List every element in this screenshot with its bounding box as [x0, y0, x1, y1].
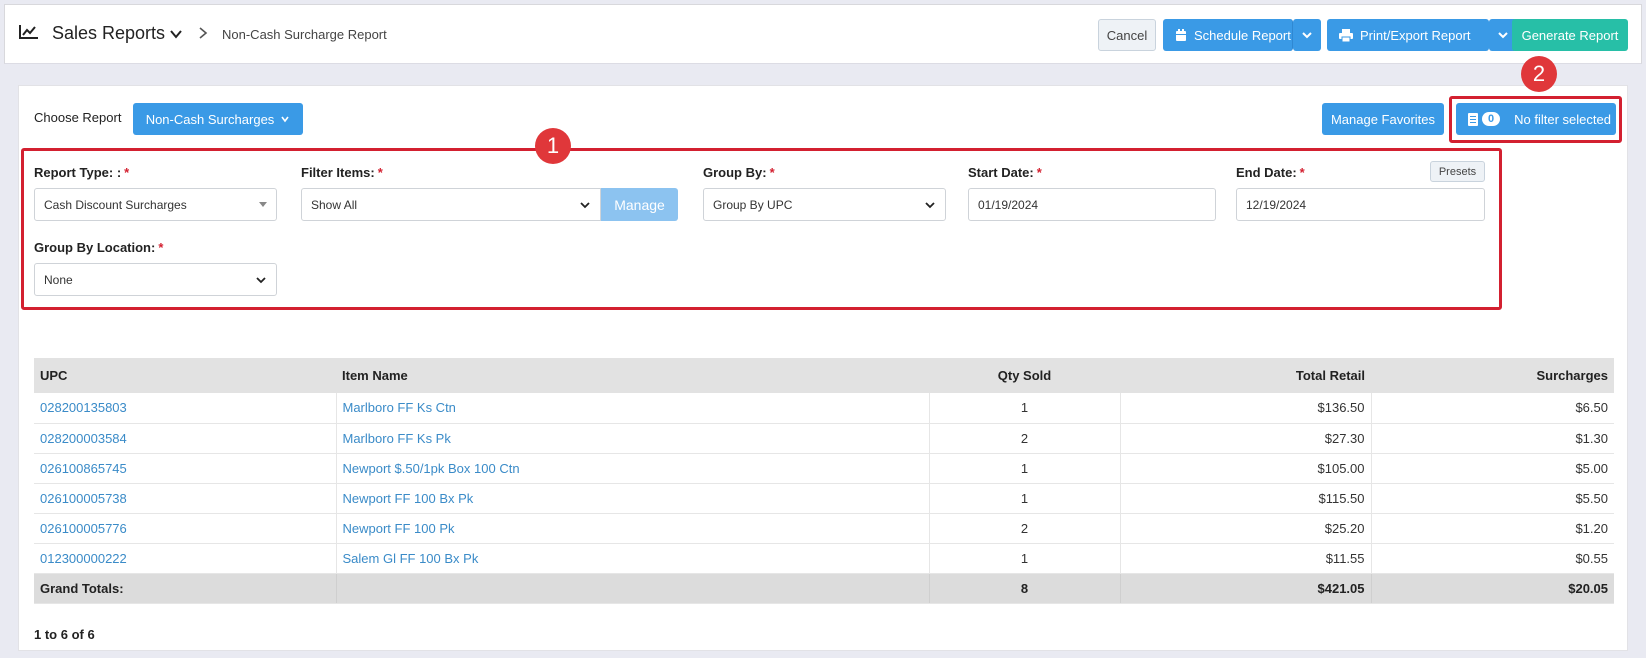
surcharges-cell: $0.55 — [1370, 543, 1614, 574]
item-name-link[interactable]: Marlboro FF Ks Pk — [335, 423, 929, 454]
total-retail-cell: $136.50 — [1119, 393, 1371, 424]
choose-report-dropdown[interactable]: Non-Cash Surcharges — [133, 103, 303, 135]
qty-sold-cell: 2 — [928, 423, 1120, 454]
page-title[interactable]: Sales Reports — [52, 23, 165, 44]
callout-badge-2: 2 — [1521, 56, 1557, 92]
pagination-info: 1 to 6 of 6 — [34, 627, 95, 642]
column-header-surcharges[interactable]: Surcharges — [1371, 358, 1614, 393]
chevron-down-icon[interactable] — [169, 27, 183, 41]
qty-sold-cell: 1 — [928, 543, 1120, 574]
surcharges-cell: $1.20 — [1370, 513, 1614, 544]
choose-report-value: Non-Cash Surcharges — [145, 111, 275, 127]
print-export-button[interactable]: Print/Export Report — [1327, 19, 1489, 51]
qty-sold-cell: 1 — [928, 453, 1120, 484]
chevron-down-icon — [1302, 32, 1312, 39]
table-row: 026100865745 Newport $.50/1pk Box 100 Ct… — [34, 453, 1614, 484]
line-chart-icon — [19, 25, 38, 39]
filter-button-highlight-box — [1449, 96, 1622, 143]
callout-badge-1: 1 — [535, 128, 571, 164]
generate-report-button[interactable]: Generate Report — [1512, 19, 1628, 51]
upc-link[interactable]: 026100005776 — [34, 513, 336, 544]
column-header-total-retail[interactable]: Total Retail — [1120, 358, 1371, 393]
manage-favorites-button[interactable]: Manage Favorites — [1322, 103, 1444, 135]
table-row: 028200003584 Marlboro FF Ks Pk 2 $27.30 … — [34, 423, 1614, 454]
chevron-down-icon — [1498, 32, 1508, 39]
total-retail-cell: $115.50 — [1119, 483, 1371, 514]
item-name-link[interactable]: Newport FF 100 Pk — [335, 513, 929, 544]
grand-totals-qty: 8 — [928, 573, 1120, 604]
upc-link[interactable]: 026100005738 — [34, 483, 336, 514]
grand-totals-row: Grand Totals: 8 $421.05 $20.05 — [34, 573, 1614, 604]
upc-link[interactable]: 026100865745 — [34, 453, 336, 484]
item-name-link[interactable]: Salem Gl FF 100 Bx Pk — [335, 543, 929, 574]
cancel-button[interactable]: Cancel — [1098, 19, 1156, 51]
calendar-icon — [1176, 28, 1186, 41]
qty-sold-cell: 1 — [928, 483, 1120, 514]
grand-totals-label: Grand Totals: — [34, 573, 336, 604]
table-row: 012300000222 Salem Gl FF 100 Bx Pk 1 $11… — [34, 543, 1614, 574]
grand-totals-surcharges: $20.05 — [1370, 573, 1614, 604]
surcharges-cell: $6.50 — [1370, 393, 1614, 424]
qty-sold-cell: 2 — [928, 513, 1120, 544]
breadcrumb: Non-Cash Surcharge Report — [222, 27, 387, 42]
item-name-link[interactable]: Marlboro FF Ks Ctn — [335, 393, 929, 424]
total-retail-cell: $25.20 — [1119, 513, 1371, 544]
chevron-down-icon — [281, 116, 289, 123]
print-export-label: Print/Export Report — [1360, 27, 1471, 43]
choose-report-label: Choose Report — [34, 110, 122, 125]
item-name-link[interactable]: Newport FF 100 Bx Pk — [335, 483, 929, 514]
surcharges-cell: $5.00 — [1370, 453, 1614, 484]
upc-link[interactable]: 028200003584 — [34, 423, 336, 454]
total-retail-cell: $11.55 — [1119, 543, 1371, 574]
item-name-link[interactable]: Newport $.50/1pk Box 100 Ctn — [335, 453, 929, 484]
column-header-upc[interactable]: UPC — [34, 358, 336, 393]
column-header-qty-sold[interactable]: Qty Sold — [929, 358, 1120, 393]
table-row: 028200135803 Marlboro FF Ks Ctn 1 $136.5… — [34, 393, 1614, 424]
schedule-report-button[interactable]: Schedule Report — [1163, 19, 1293, 51]
table-row: 026100005776 Newport FF 100 Pk 2 $25.20 … — [34, 513, 1614, 544]
surcharges-cell: $1.30 — [1370, 423, 1614, 454]
schedule-report-label: Schedule Report — [1194, 27, 1291, 43]
total-retail-cell: $27.30 — [1119, 423, 1371, 454]
printer-icon — [1339, 28, 1353, 42]
chevron-right-icon — [199, 27, 208, 39]
qty-sold-cell: 1 — [928, 393, 1120, 424]
table-header-row: UPC Item Name Qty Sold Total Retail Surc… — [34, 358, 1614, 393]
schedule-report-dropdown[interactable] — [1293, 19, 1321, 51]
upc-link[interactable]: 028200135803 — [34, 393, 336, 424]
filters-highlight-box — [21, 148, 1502, 310]
table-row: 026100005738 Newport FF 100 Bx Pk 1 $115… — [34, 483, 1614, 514]
report-table: UPC Item Name Qty Sold Total Retail Surc… — [34, 358, 1614, 604]
upc-link[interactable]: 012300000222 — [34, 543, 336, 574]
column-header-item-name[interactable]: Item Name — [336, 358, 929, 393]
grand-totals-empty — [335, 573, 929, 604]
total-retail-cell: $105.00 — [1119, 453, 1371, 484]
surcharges-cell: $5.50 — [1370, 483, 1614, 514]
grand-totals-retail: $421.05 — [1119, 573, 1371, 604]
